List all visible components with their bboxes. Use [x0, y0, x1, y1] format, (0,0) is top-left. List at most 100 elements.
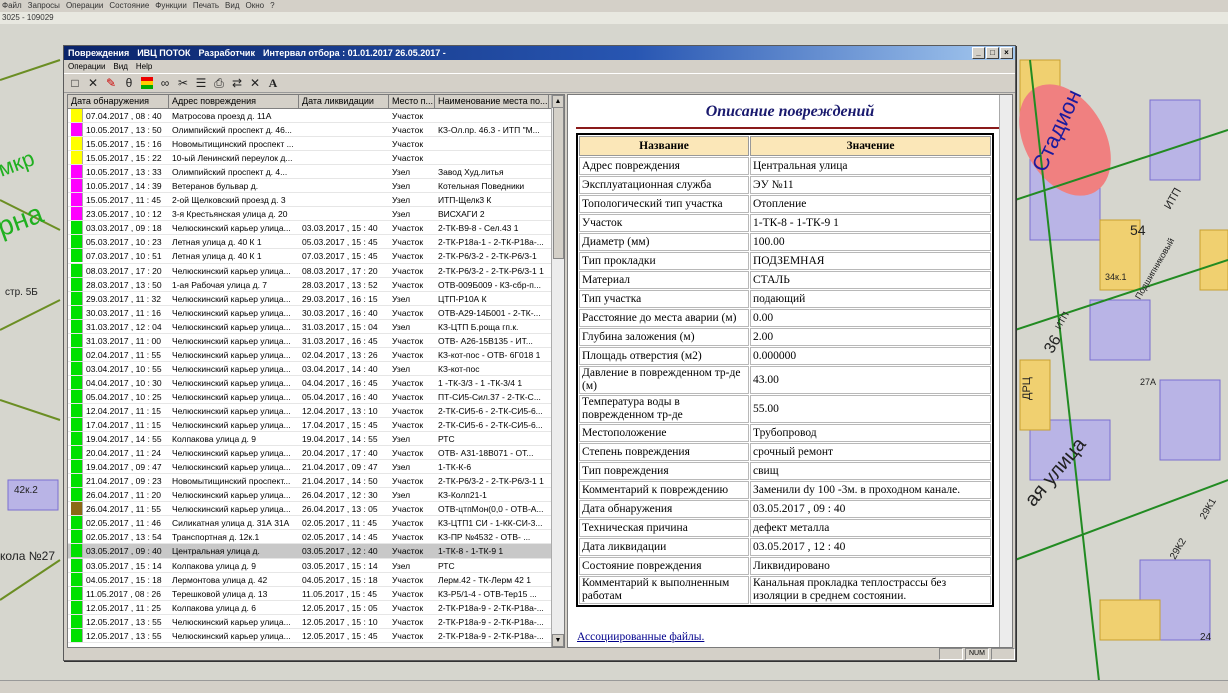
- cell-place-name: [435, 137, 549, 150]
- window-titlebar[interactable]: Повреждения ИВЦ ПОТОК Разработчик Интерв…: [64, 46, 1015, 60]
- col-header-place[interactable]: Место п...: [389, 95, 435, 108]
- description-scrollbar[interactable]: [999, 95, 1012, 647]
- table-row[interactable]: 23.05.2017 , 10 : 12 3-я Крестьянская ули…: [68, 207, 564, 222]
- app-menu-item[interactable]: ?: [270, 0, 274, 12]
- cell-place: Участок: [392, 420, 424, 431]
- table-row[interactable]: 29.03.2017 , 11 : 32 Челюскинский карьер …: [68, 291, 564, 306]
- table-row[interactable]: 02.04.2017 , 11 : 55 Челюскинский карьер …: [68, 347, 564, 362]
- table-row[interactable]: 02.05.2017 , 11 : 46 Силикатная улица д. …: [68, 516, 564, 531]
- maximize-button[interactable]: □: [986, 47, 999, 59]
- delete-icon[interactable]: ✕: [85, 75, 101, 91]
- app-menu-item[interactable]: Окно: [246, 0, 265, 12]
- cell-liq-date: 20.04.2017 , 17 : 40: [302, 448, 378, 459]
- cell-detect-date: 26.04.2017 , 11 : 20: [68, 488, 169, 502]
- app-menu-item[interactable]: Состояние: [109, 0, 149, 12]
- cell-place: Узел: [392, 490, 411, 501]
- table-row[interactable]: 26.04.2017 , 11 : 55 Челюскинский карьер …: [68, 502, 564, 517]
- table-row[interactable]: 10.05.2017 , 14 : 39 Ветеранов бульвар д.…: [68, 179, 564, 194]
- table-row[interactable]: 03.04.2017 , 10 : 55 Челюскинский карьер …: [68, 361, 564, 376]
- link-icon[interactable]: ⇄: [229, 75, 245, 91]
- col-header-place-name[interactable]: Наименование места по...: [435, 95, 549, 108]
- detect-date-text: 29.03.2017 , 11 : 32: [86, 293, 161, 304]
- cell-place-name: ЦТП-Р10А К: [438, 293, 487, 304]
- edit-icon[interactable]: ✎: [103, 75, 119, 91]
- app-menu-item[interactable]: Вид: [225, 0, 239, 12]
- cell-place-name: 1 -ТК-3/3 - 1 -ТК-3/4 1: [438, 377, 523, 388]
- search-binoculars-icon[interactable]: ∞: [157, 75, 173, 91]
- cell-place-name: ОТВ-009Б009 - КЗ-сбр-п...: [438, 279, 541, 290]
- minimize-button[interactable]: _: [972, 47, 985, 59]
- cell-liq-date: 05.03.2017 , 15 : 45: [302, 237, 378, 248]
- trash-icon[interactable]: θ: [121, 75, 137, 91]
- table-row[interactable]: 02.05.2017 , 13 : 54 Транспортная д. 12к.…: [68, 530, 564, 545]
- table-row[interactable]: 31.03.2017 , 12 : 04 Челюскинский карьер …: [68, 319, 564, 334]
- table-row[interactable]: 04.04.2017 , 10 : 30 Челюскинский карьер …: [68, 375, 564, 390]
- detect-date-text: 07.03.2017 , 10 : 51: [86, 251, 162, 262]
- cell-detect-date: 05.04.2017 , 10 : 25: [68, 389, 169, 403]
- table-row[interactable]: 05.03.2017 , 10 : 23 Летная улица д. 40 К…: [68, 235, 564, 250]
- cell-address: Терешковой улица д. 13: [172, 588, 268, 599]
- window-menu-item[interactable]: Вид: [113, 60, 127, 73]
- table-row[interactable]: 08.03.2017 , 17 : 20 Челюскинский карьер …: [68, 263, 564, 278]
- table-row[interactable]: 19.04.2017 , 09 : 47 Челюскинский карьер …: [68, 460, 564, 475]
- table-row[interactable]: 12.05.2017 , 13 : 55 Челюскинский карьер …: [68, 628, 564, 643]
- associated-files-link[interactable]: Ассоциированные файлы.: [577, 631, 704, 643]
- new-icon[interactable]: □: [67, 75, 83, 91]
- table-row[interactable]: 20.04.2017 , 11 : 24 Челюскинский карьер …: [68, 446, 564, 461]
- scroll-thumb[interactable]: [553, 107, 564, 259]
- app-menu-item[interactable]: Операции: [66, 0, 103, 12]
- detect-date-text: 12.05.2017 , 13 : 55: [86, 616, 162, 627]
- detect-date-text: 05.04.2017 , 10 : 25: [86, 391, 162, 402]
- scissors-icon[interactable]: ✂: [175, 75, 191, 91]
- scroll-down-icon[interactable]: ▼: [552, 634, 564, 647]
- table-row[interactable]: 12.05.2017 , 13 : 55 Челюскинский карьер …: [68, 614, 564, 629]
- cell-place-name: 2-ТК-В9-8 - Сел.43 1: [438, 223, 519, 234]
- table-row[interactable]: 17.04.2017 , 11 : 15 Челюскинский карьер …: [68, 418, 564, 433]
- table-row[interactable]: 26.04.2017 , 11 : 20 Челюскинский карьер …: [68, 488, 564, 503]
- table-row[interactable]: 19.04.2017 , 14 : 55 Колпакова улица д. 9…: [68, 432, 564, 447]
- table-row[interactable]: 21.04.2017 , 09 : 23 Новомытищинский прос…: [68, 474, 564, 489]
- font-icon[interactable]: A: [265, 75, 281, 91]
- list-icon[interactable]: ☰: [193, 75, 209, 91]
- print-icon[interactable]: ⎙: [211, 75, 227, 91]
- table-row[interactable]: 03.05.2017 , 15 : 14 Колпакова улица д. 9…: [68, 558, 564, 573]
- detect-date-text: 30.03.2017 , 11 : 16: [86, 307, 161, 318]
- cell-place: Участок: [392, 335, 424, 346]
- window-menu-item[interactable]: Операции: [68, 60, 105, 73]
- table-row[interactable]: 04.05.2017 , 15 : 18 Лермонтова улица д. …: [68, 572, 564, 587]
- table-row[interactable]: 12.05.2017 , 11 : 25 Колпакова улица д. 6…: [68, 600, 564, 615]
- table-row[interactable]: 10.05.2017 , 13 : 33 Олимпийский проспект…: [68, 165, 564, 180]
- table-row[interactable]: 30.03.2017 , 11 : 16 Челюскинский карьер …: [68, 305, 564, 320]
- detect-date-text: 12.05.2017 , 11 : 25: [86, 602, 161, 613]
- col-header-detect-date[interactable]: Дата обнаружения: [68, 95, 169, 108]
- table-row[interactable]: 11.05.2017 , 08 : 26 Терешковой улица д. …: [68, 586, 564, 601]
- close-x-icon[interactable]: ✕: [247, 75, 263, 91]
- table-row[interactable]: 07.04.2017 , 08 : 40 Матросова проезд д. …: [68, 109, 564, 124]
- col-header-liq-date[interactable]: Дата ликвидации: [299, 95, 389, 108]
- table-row[interactable]: 03.05.2017 , 09 : 40 Центральная улица д.…: [68, 544, 564, 559]
- app-menu-item[interactable]: Запросы: [28, 0, 60, 12]
- map-label-54: 54: [1130, 222, 1146, 238]
- status-color-swatch: [71, 347, 83, 361]
- table-row[interactable]: 15.05.2017 , 15 : 16 Новомытищинский прос…: [68, 137, 564, 152]
- table-row[interactable]: 31.03.2017 , 11 : 00 Челюскинский карьер …: [68, 333, 564, 348]
- col-header-address[interactable]: Адрес повреждения: [169, 95, 299, 108]
- close-button[interactable]: ×: [1000, 47, 1013, 59]
- detect-date-text: 19.04.2017 , 09 : 47: [86, 462, 162, 473]
- app-menu-item[interactable]: Функции: [155, 0, 187, 12]
- cell-address: Лермонтова улица д. 42: [172, 574, 268, 585]
- table-row[interactable]: 07.03.2017 , 10 : 51 Летная улица д. 40 К…: [68, 249, 564, 264]
- app-menu-item[interactable]: Печать: [193, 0, 219, 12]
- color-flag-icon[interactable]: [139, 75, 155, 91]
- description-row: Дата ликвидации 03.05.2017 , 12 : 40: [579, 538, 991, 556]
- app-menu-item[interactable]: Файл: [2, 0, 22, 12]
- table-row[interactable]: 12.04.2017 , 11 : 15 Челюскинский карьер …: [68, 403, 564, 419]
- window-menu-item[interactable]: Help: [136, 60, 152, 73]
- table-row[interactable]: 05.04.2017 , 10 : 25 Челюскинский карьер …: [68, 389, 564, 404]
- table-row[interactable]: 15.05.2017 , 15 : 22 10-ый Ленинский пере…: [68, 151, 564, 166]
- table-row[interactable]: 10.05.2017 , 13 : 50 Олимпийский проспект…: [68, 123, 564, 138]
- table-row[interactable]: 28.03.2017 , 13 : 50 1-ая Рабочая улица д…: [68, 277, 564, 292]
- table-row[interactable]: 03.03.2017 , 09 : 18 Челюскинский карьер …: [68, 221, 564, 236]
- table-row[interactable]: 15.05.2017 , 11 : 45 2-ой Щелковский прое…: [68, 193, 564, 208]
- table-scrollbar[interactable]: ▲ ▼: [551, 95, 564, 647]
